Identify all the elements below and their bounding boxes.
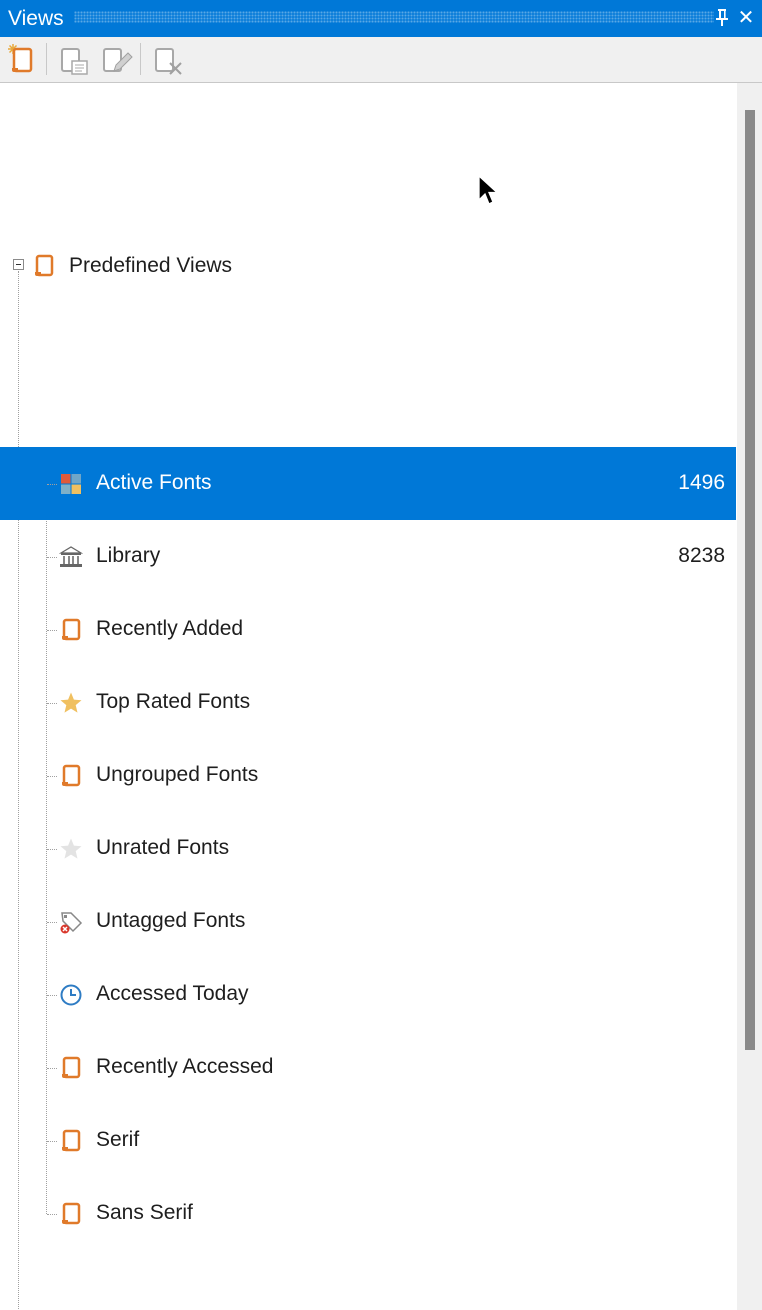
edit-view-button[interactable]: [98, 41, 134, 77]
view-icon: [59, 1129, 83, 1153]
tree-item-label: Accessed Today: [96, 982, 249, 1005]
delete-view-icon: [155, 48, 182, 75]
tree-item-top-rated-fonts[interactable]: Top Rated Fonts: [0, 666, 736, 739]
close-icon[interactable]: ✕: [736, 7, 756, 27]
toolbar: [0, 37, 762, 83]
toolbar-separator: [46, 43, 47, 75]
tree-item-recently-accessed[interactable]: Recently Accessed: [0, 1031, 736, 1104]
view-icon: [59, 618, 83, 642]
font-count: 1496: [678, 471, 725, 494]
view-icon: [59, 1056, 83, 1080]
toolbar-separator: [140, 43, 141, 75]
tree-item-recently-added[interactable]: Recently Added: [0, 593, 736, 666]
tree-item-serif[interactable]: Serif: [0, 1104, 736, 1177]
tree-item-label: Active Fonts: [96, 471, 212, 494]
view-folder-icon: [33, 254, 55, 278]
tree-item-label: Recently Accessed: [96, 1055, 274, 1078]
tree-item-sans-serif[interactable]: Sans Serif: [0, 1177, 736, 1250]
pin-icon[interactable]: [714, 8, 730, 28]
untagged-icon: [59, 910, 83, 934]
tree-item-untagged-fonts[interactable]: Untagged Fonts: [0, 885, 736, 958]
tree-item-label: Library: [96, 544, 161, 567]
tree-item-label: Top Rated Fonts: [96, 690, 251, 713]
empty-star-icon: [59, 837, 83, 861]
font-count: 8238: [678, 544, 725, 567]
tree-item-label: Untagged Fonts: [96, 909, 246, 932]
tree-item-active-fonts[interactable]: Active Fonts 1496: [0, 447, 736, 520]
new-view-icon: [8, 44, 33, 73]
scrollbar-thumb[interactable]: [745, 110, 755, 1050]
star-icon: [59, 691, 83, 715]
tree-item-accessed-today[interactable]: Accessed Today: [0, 958, 736, 1031]
view-icon: [59, 764, 83, 788]
panel-title: Views: [8, 7, 64, 30]
clock-icon: [59, 983, 83, 1007]
library-icon: [58, 545, 84, 569]
delete-view-button[interactable]: [150, 41, 186, 77]
tree-item-label: Unrated Fonts: [96, 836, 230, 859]
predefined-views-label[interactable]: Predefined Views: [69, 253, 232, 279]
new-view-button[interactable]: [4, 41, 40, 77]
tree-item-library[interactable]: Library 8238: [0, 520, 736, 593]
mouse-cursor-icon: [478, 174, 500, 209]
collapse-toggle[interactable]: [13, 259, 24, 270]
tree-item-unrated-fonts[interactable]: Unrated Fonts: [0, 812, 736, 885]
title-grip: [74, 11, 714, 23]
view-properties-button[interactable]: [56, 41, 92, 77]
panel-title-bar[interactable]: Views ✕: [0, 0, 762, 37]
views-tree: Predefined Views Active Fonts 1496 Libra…: [0, 83, 737, 1310]
tree-item-ungrouped-fonts[interactable]: Ungrouped Fonts: [0, 739, 736, 812]
tree-item-label: Sans Serif: [96, 1201, 193, 1224]
tree-item-label: Serif: [96, 1128, 140, 1151]
tree-item-label: Recently Added: [96, 617, 244, 640]
edit-view-icon: [103, 48, 133, 72]
view-properties-icon: [61, 48, 88, 75]
tree-item-label: Ungrouped Fonts: [96, 763, 259, 786]
view-icon: [59, 1202, 83, 1226]
active-fonts-icon: [59, 472, 83, 496]
